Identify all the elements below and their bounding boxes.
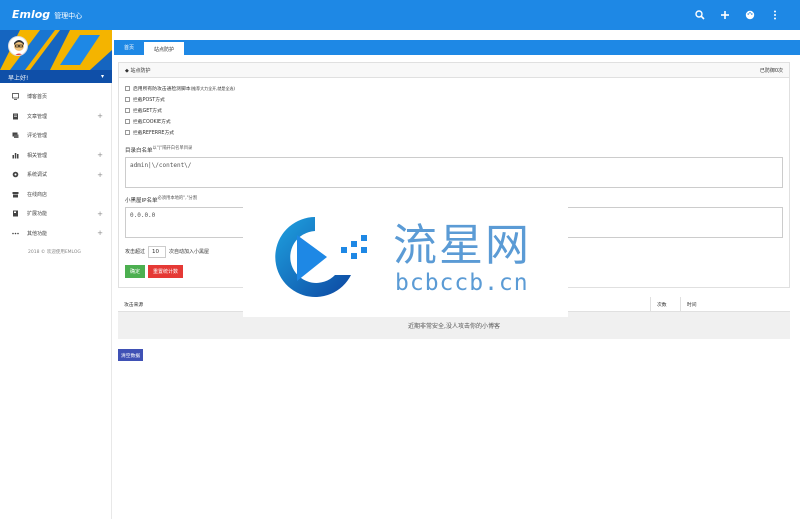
sidebar-item-store[interactable]: 在线商店 xyxy=(0,185,111,205)
checkbox-row[interactable]: 拦截COOKIE方式 xyxy=(125,116,783,127)
panel-header: ◆ 站点防护 已防御0次 xyxy=(119,63,789,78)
whitelist-label: 目录白名单 xyxy=(125,147,153,154)
whitelist-textarea[interactable]: admin|\/content\/ xyxy=(125,156,783,188)
sidebar-item-label: 文章管理 xyxy=(27,113,48,120)
palette-icon[interactable] xyxy=(744,9,755,20)
expand-plus-icon[interactable]: + xyxy=(97,151,103,159)
clear-data-button[interactable]: 清空数据 xyxy=(118,349,144,361)
checkbox-label: 拦截COOKIE方式 xyxy=(133,120,171,125)
checkbox-row[interactable]: 启用所有防攻击通检测脚本 (推荐大力全开,就是全选) xyxy=(125,83,783,94)
sidebar-item-label: 在线商店 xyxy=(27,191,48,198)
store-icon xyxy=(12,191,19,198)
checkbox-label: 启用所有防攻击通检测脚本 xyxy=(133,87,191,92)
watermark: 流星网 bcbccb.cn xyxy=(243,195,568,317)
watermark-logo xyxy=(275,217,367,297)
search-icon[interactable] xyxy=(694,9,705,20)
sidebar-item-system[interactable]: 系统调试 + xyxy=(0,165,111,185)
col-time: 时间 xyxy=(680,296,790,312)
sidebar-item-label: 相关管理 xyxy=(27,152,48,159)
expand-plus-icon[interactable]: + xyxy=(97,171,103,179)
monitor-icon xyxy=(12,93,19,101)
defense-count: 已防御0次 xyxy=(759,67,783,74)
brand-title: 管理中心 xyxy=(54,12,83,20)
sidebar-item-label: 评论管理 xyxy=(27,133,48,140)
tab-site-protection[interactable]: 站点防护 xyxy=(144,41,185,55)
copyright: 2018 © 欢迎使用EMLOG xyxy=(28,250,81,255)
checkbox[interactable] xyxy=(125,97,130,102)
confirm-button[interactable]: 确定 xyxy=(125,264,146,278)
checkbox-label: 拦截POST方式 xyxy=(133,98,165,103)
checkbox[interactable] xyxy=(125,119,130,124)
blacklist-label: 小黑屋IP名单 xyxy=(125,197,158,204)
top-icons xyxy=(694,9,780,20)
checkbox[interactable] xyxy=(125,108,130,113)
sidebar-item-extensions[interactable]: 扩展功能 + xyxy=(0,204,111,224)
whitelist-note: 以"|"隔开白名单目录 xyxy=(152,146,193,151)
more-vert-icon[interactable] xyxy=(769,9,780,20)
chart-icon xyxy=(12,152,19,159)
tab-home[interactable]: 首页 xyxy=(114,40,144,55)
blacklist-note: 必须用本地的","分割 xyxy=(157,195,198,201)
expand-plus-icon[interactable]: + xyxy=(97,112,103,120)
sidebar-banner: 早上好! ▾ xyxy=(0,30,112,83)
sidebar-item-blog-home[interactable]: 博客首页 xyxy=(0,87,111,107)
checkbox[interactable] xyxy=(125,86,130,91)
sidebar-item-related[interactable]: 相关管理 + xyxy=(0,146,111,166)
gear-icon xyxy=(12,171,19,178)
greeting-text: 早上好! xyxy=(8,75,29,82)
attack-prefix: 攻击超过 xyxy=(125,249,146,256)
sidebar-item-other[interactable]: 其他功能 + xyxy=(0,224,111,244)
caret-down-icon: ▾ xyxy=(100,73,104,80)
panel-title-wrap: ◆ 站点防护 xyxy=(125,67,150,74)
document-icon xyxy=(12,113,19,120)
checkbox-row[interactable]: 拦截POST方式 xyxy=(125,94,783,105)
comment-icon xyxy=(12,132,19,139)
checkbox-label: 拦截REFERRE方式 xyxy=(133,131,175,136)
whitelist-label-wrap: 目录白名单以"|"隔开白名单目录 xyxy=(125,145,783,154)
brand-logo: Emlog xyxy=(12,8,51,21)
panel-title: 站点防护 xyxy=(130,67,151,74)
sidebar-item-label: 扩展功能 xyxy=(27,211,48,218)
sidebar-item-label: 其他功能 xyxy=(27,230,48,237)
attack-threshold-input[interactable]: 10 xyxy=(148,245,167,258)
watermark-text: 流星网 xyxy=(393,220,531,271)
top-bar: Emlog 管理中心 xyxy=(0,0,800,30)
sidebar-item-comments[interactable]: 评论管理 xyxy=(0,126,111,146)
puzzle-icon xyxy=(12,210,19,217)
attack-suffix: 次自动加入小黑屋 xyxy=(169,249,210,256)
sidebar-item-articles[interactable]: 文章管理 + xyxy=(0,107,111,127)
greeting-bar[interactable]: 早上好! ▾ xyxy=(0,70,112,83)
expand-plus-icon[interactable]: + xyxy=(97,210,103,218)
sidebar-menu: 博客首页 文章管理 + 评论管理 相关管理 + 系统调试 + 在线商店 扩展功能 xyxy=(0,83,111,243)
checkbox-row[interactable]: 拦截REFERRE方式 xyxy=(125,127,783,138)
col-count: 次数 xyxy=(650,296,680,312)
tab-bar: 首页 站点防护 xyxy=(114,40,800,55)
checkbox-row[interactable]: 拦截GET方式 xyxy=(125,105,783,116)
avatar[interactable] xyxy=(8,36,28,56)
watermark-url: bcbccb.cn xyxy=(395,270,529,296)
sidebar-item-label: 系统调试 xyxy=(27,172,48,179)
sidebar: 早上好! ▾ 博客首页 文章管理 + 评论管理 相关管理 + 系统调试 + 在线… xyxy=(0,30,112,519)
expand-plus-icon[interactable]: + xyxy=(97,229,103,237)
checkbox-label: 拦截GET方式 xyxy=(133,109,162,114)
checkbox-note: (推荐大力全开,就是全选) xyxy=(190,85,235,91)
brand[interactable]: Emlog 管理中心 xyxy=(12,8,82,21)
checkbox[interactable] xyxy=(125,130,130,135)
plus-icon[interactable] xyxy=(719,9,730,20)
reset-stats-button[interactable]: 重置统计数 xyxy=(148,264,184,278)
sidebar-item-label: 博客首页 xyxy=(27,94,48,101)
dots-icon xyxy=(12,230,19,237)
